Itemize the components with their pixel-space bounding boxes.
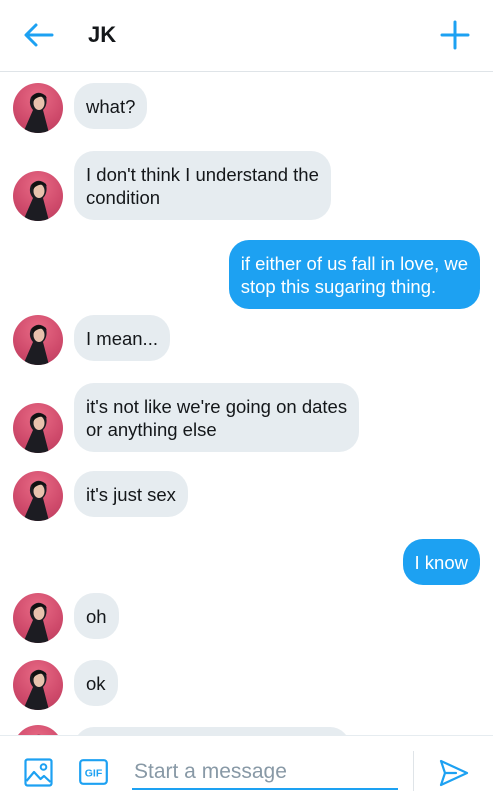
message-bubble-partial[interactable] [74, 727, 350, 735]
message-bubble[interactable]: it's just sex [74, 471, 188, 517]
avatar[interactable] [13, 171, 63, 221]
avatar[interactable] [13, 471, 63, 521]
add-gif-button[interactable]: GIF [79, 759, 108, 785]
message-bubble[interactable]: ok [74, 660, 118, 706]
add-photo-button[interactable] [24, 758, 53, 787]
message-bubble-outgoing[interactable]: if either of us fall in love, we stop th… [228, 240, 480, 309]
avatar[interactable] [13, 725, 63, 735]
avatar[interactable] [13, 593, 63, 643]
message-bubble-outgoing[interactable]: I know [402, 539, 480, 585]
plus-icon [440, 20, 470, 50]
arrow-left-icon [24, 23, 54, 47]
message-bubble[interactable]: I don't think I understand the condition [74, 151, 331, 220]
message-bubble[interactable]: it's not like we're going on dates or an… [74, 383, 360, 452]
message-bubble[interactable]: oh [74, 593, 119, 639]
message-composer: GIF [0, 735, 493, 800]
gif-icon: GIF [79, 759, 108, 785]
message-bubble[interactable]: I mean... [74, 315, 170, 361]
avatar[interactable] [13, 403, 63, 453]
avatar[interactable] [13, 660, 63, 710]
conversation-header: JK [0, 0, 493, 72]
composer-divider [413, 751, 414, 791]
message-bubble[interactable]: what? [74, 83, 148, 129]
avatar[interactable] [13, 315, 63, 365]
conversation-title: JK [88, 22, 117, 47]
message-thread[interactable]: what? I don't think I understand the con… [0, 73, 493, 735]
image-icon [24, 758, 53, 787]
svg-text:GIF: GIF [85, 768, 103, 780]
new-message-button[interactable] [438, 18, 472, 52]
send-icon [439, 759, 469, 787]
message-input[interactable] [132, 756, 398, 790]
back-button[interactable] [22, 20, 56, 50]
send-button[interactable] [438, 757, 470, 789]
avatar[interactable] [13, 83, 63, 133]
